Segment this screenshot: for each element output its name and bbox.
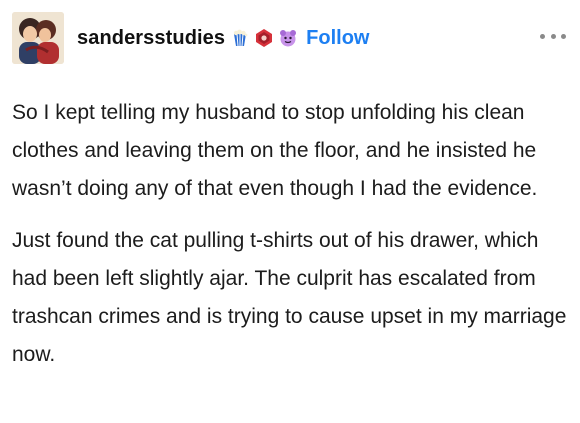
more-dot: [561, 33, 566, 39]
post-header: sandersstudies Follow: [12, 12, 566, 64]
popcorn-bucket-badge-icon[interactable]: [230, 28, 250, 48]
more-dot: [550, 33, 556, 39]
post-paragraph: So I kept telling my husband to stop unf…: [12, 101, 538, 200]
more-options-icon[interactable]: [540, 28, 566, 44]
username[interactable]: sandersstudies: [77, 27, 225, 50]
more-dot: [540, 33, 545, 39]
follow-button[interactable]: Follow: [306, 27, 369, 50]
post-body: So I kept telling my husband to stop unf…: [12, 94, 568, 388]
avatar-illustration: [12, 12, 64, 64]
purple-crab-badge-icon[interactable]: [278, 28, 298, 48]
red-badge-icon[interactable]: [254, 28, 274, 48]
badges: [230, 28, 298, 48]
post-paragraph: Just found the cat pulling t-shirts out …: [12, 229, 567, 366]
avatar[interactable]: [12, 12, 64, 64]
